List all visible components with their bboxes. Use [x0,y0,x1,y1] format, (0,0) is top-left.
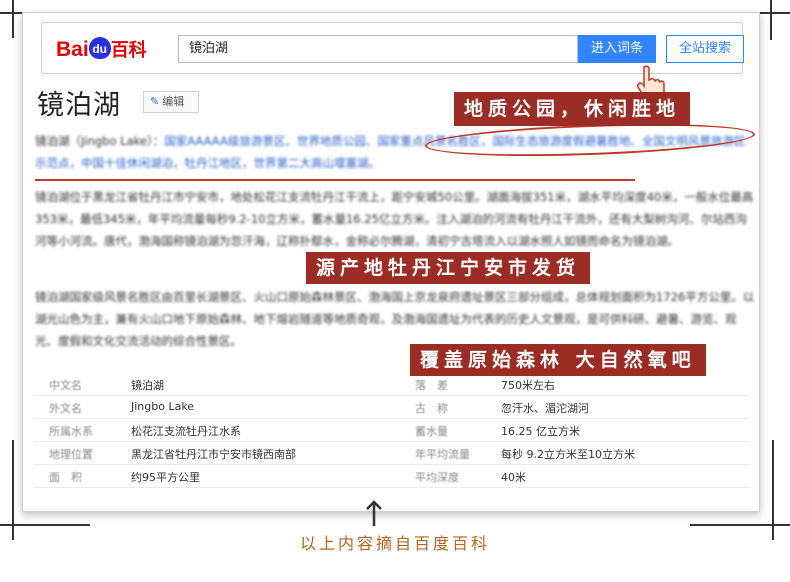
enter-entry-button[interactable]: 进入词条 [578,35,656,63]
body-paragraph: 镜泊湖位于黑龙江省牡丹江市宁安市，地处松花江支流牡丹江干流上，距宁安城50公里。… [35,190,754,248]
edit-button[interactable]: ✎ 编辑 [143,91,199,113]
search-input[interactable]: 镜泊湖 [178,35,578,63]
info-value: 每秒 9.2立方米至10立方米 [501,448,635,461]
edit-label: 编辑 [162,95,185,108]
logo-bai-text: Bai [56,38,89,61]
frame-line [0,524,90,526]
table-row: 中文名 镜泊湖 落 差 750米左右 [33,373,749,396]
page-title: 镜泊湖 [37,90,121,121]
feature-banner-geopark: 地质公园，休闲胜地 [454,92,691,126]
info-value: 750米左右 [501,379,555,392]
info-key: 地理位置 [49,448,93,461]
info-key: 古 称 [415,402,448,415]
info-value: 黑龙江省牡丹江市宁安市镜西南部 [131,448,296,461]
info-value: 40米 [501,471,526,484]
info-key: 年平均流量 [415,448,470,461]
info-key: 落 差 [415,379,448,392]
info-key: 中文名 [49,379,82,392]
red-underline-annotation [35,179,635,181]
frame-line [690,524,790,526]
info-value: Jingbo Lake [131,400,195,413]
source-caption: 以上内容摘自百度百科 [299,534,490,553]
frame-line [770,0,772,40]
search-bar: Bai du 百科 镜泊湖 进入词条 全站搜索 [41,22,744,101]
up-arrow-icon [366,500,382,526]
site-search-button[interactable]: 全站搜索 [666,35,744,63]
info-table: 中文名 镜泊湖 落 差 750米左右 外文名 Jingbo Lake 古 称 忽… [33,373,749,488]
info-value: 忽汗水、湄沱湖河 [501,402,589,415]
feature-banner-origin: 源产地牡丹江宁安市发货 [306,252,591,284]
info-key: 外文名 [49,402,82,415]
info-value: 松花江支流牡丹江水系 [131,425,241,438]
frame-line [12,0,14,38]
info-key: 面 积 [49,471,82,484]
feature-banner-forest: 覆盖原始森林 大自然氧吧 [410,344,706,376]
info-value: 16.25 亿立方米 [501,425,580,438]
table-row: 所属水系 松花江支流牡丹江水系 蓄水量 16.25 亿立方米 [33,419,749,442]
pencil-icon: ✎ [150,95,160,108]
info-key: 平均深度 [415,471,459,484]
summary-lead: 镜泊湖（Jingbo Lake）： [35,134,165,148]
info-value: 约95平方公里 [131,471,200,484]
logo-baike-text: 百科 [110,40,147,60]
info-value: 镜泊湖 [131,379,164,392]
table-row: 地理位置 黑龙江省牡丹江市宁安市镜西南部 年平均流量 每秒 9.2立方米至10立… [33,442,749,465]
body-paragraph: 镜泊湖国家级风景名胜区由百里长湖景区、火山口原始森林景区、渤海国上京龙泉府遗址景… [35,290,755,348]
promo-image: Bai du 百科 镜泊湖 进入词条 全站搜索 镜泊湖 ✎ 编辑 镜泊湖（Jingbo… [0,0,790,582]
table-row: 面 积 约95平方公里 平均深度 40米 [33,465,749,488]
paw-icon: du [88,37,111,59]
table-row: 外文名 Jingbo Lake 古 称 忽汗水、湄沱湖河 [33,396,749,419]
info-key: 蓄水量 [415,425,448,438]
info-key: 所属水系 [49,425,93,438]
baidu-baike-logo[interactable]: Bai du 百科 [56,36,156,62]
